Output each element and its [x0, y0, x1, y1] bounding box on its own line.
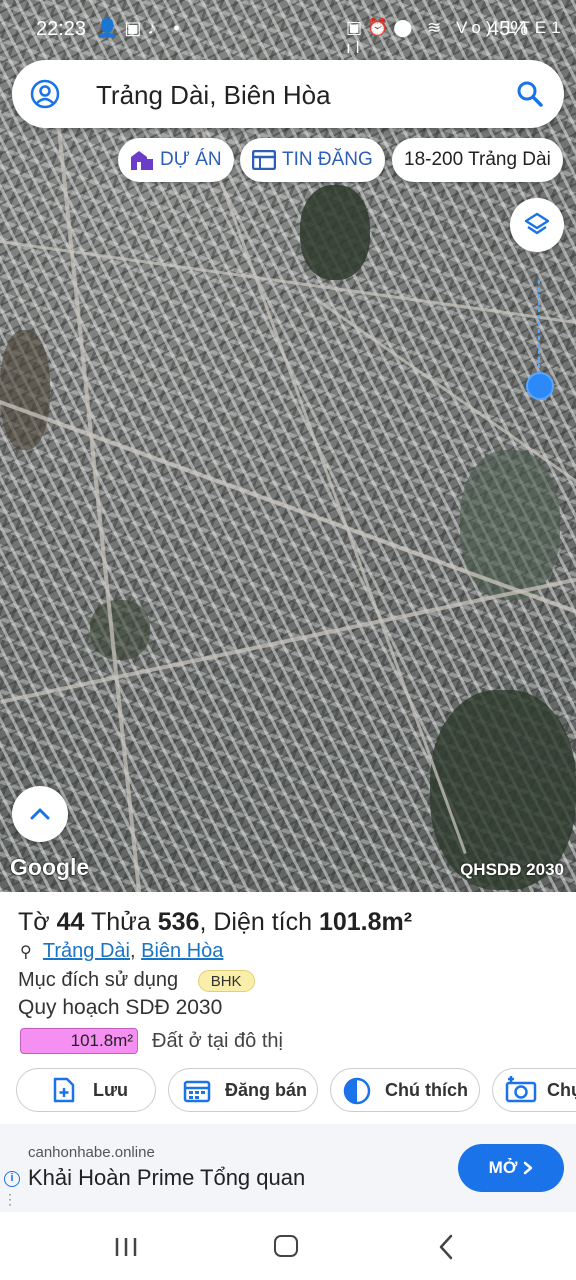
capture-label: Chụ [547, 1079, 576, 1100]
area-value: 101.8m² [318, 908, 413, 936]
action-buttons-row: Lưu Đăng bán Chú thích Ch [16, 1068, 576, 1112]
status-bar: 22:23 👤▣♪ • ▣⏰⬤ ≋ Vo) LTE1 ıl 45% [0, 0, 576, 58]
ad-domain: canhonhabe.online [28, 1144, 155, 1161]
map-pin-icon: ⚲ [20, 944, 32, 961]
sheet-number: 44 [56, 908, 85, 936]
plan-land-type: Đất ở tại đô thị [152, 1030, 283, 1052]
account-icon[interactable] [30, 79, 60, 109]
listing-icon [252, 150, 276, 170]
purpose-code-badge: BHK [197, 969, 255, 992]
system-navigation-bar [0, 1212, 576, 1280]
legend-button[interactable]: Chú thích [330, 1068, 480, 1112]
city-link[interactable]: Biên Hòa [141, 940, 223, 962]
add-file-icon [53, 1077, 75, 1103]
save-label: Lưu [93, 1079, 129, 1100]
ad-headline: Khải Hoàn Prime Tổng quan [28, 1165, 306, 1190]
sheet-label: Tờ [18, 908, 50, 936]
chip-du-an[interactable]: DỰ ÁN [118, 138, 234, 182]
area-label: Diện tích [213, 908, 313, 936]
home-icon[interactable] [274, 1235, 298, 1257]
parcel-number: 536 [157, 908, 200, 936]
chip-address-label: 18-200 Trảng Dài [404, 149, 551, 170]
more-options-icon[interactable]: · · · [8, 1188, 12, 1210]
post-sale-button[interactable]: Đăng bán [168, 1068, 318, 1112]
chip-du-an-label: DỰ ÁN [160, 149, 222, 170]
expand-panel-button[interactable] [12, 786, 68, 842]
parcel-location: ⚲ Trảng Dài, Biên Hòa [20, 940, 224, 962]
camera-icon [505, 1076, 537, 1103]
google-attribution: Google [10, 854, 90, 880]
status-time: 22:23 [36, 18, 87, 40]
search-icon[interactable] [514, 78, 546, 110]
search-bar[interactable]: Trảng Dài, Biên Hòa [12, 60, 564, 128]
parcel-label: Thửa [90, 908, 151, 936]
chip-tin-dang-label: TIN ĐĂNG [282, 149, 373, 170]
gps-accuracy-trail [538, 280, 540, 372]
layers-icon [524, 212, 550, 235]
layers-button[interactable] [510, 198, 564, 252]
system-status-icons: ▣⏰⬤ ≋ Vo) LTE1 ıl [346, 18, 566, 57]
parcel-info-panel: Tờ 44 Thửa 536, Diện tích 101.8m² ⚲ Trản… [0, 892, 576, 1120]
ad-open-button[interactable]: MỞ [458, 1144, 564, 1192]
ad-open-label: MỞ [488, 1158, 518, 1177]
recent-apps-icon[interactable] [114, 1236, 138, 1258]
chevron-right-icon [524, 1161, 533, 1175]
search-query-text[interactable]: Trảng Dài, Biên Hòa [96, 80, 331, 111]
chip-address[interactable]: 18-200 Trảng Dài [392, 138, 563, 182]
purpose-label: Mục đích sử dụng [18, 969, 179, 991]
map-overlay-label: QHSDĐ 2030 [460, 860, 564, 879]
building-icon [131, 151, 153, 170]
post-sale-label: Đăng bán [225, 1079, 308, 1100]
current-location-marker[interactable] [526, 372, 554, 400]
plan-area-badge: 101.8m² [20, 1028, 138, 1054]
battery-percentage: 45% [488, 18, 529, 40]
chevron-up-icon [30, 808, 50, 820]
ward-link[interactable]: Trảng Dài [43, 940, 130, 962]
calendar-icon [183, 1080, 211, 1103]
info-icon[interactable]: i [4, 1171, 20, 1187]
notification-icons: 👤▣♪ • [96, 18, 186, 38]
save-button[interactable]: Lưu [16, 1068, 156, 1112]
ad-banner[interactable]: canhonhabe.online i · · · Khải Hoàn Prime … [0, 1124, 576, 1212]
capture-button[interactable]: Chụ [492, 1068, 576, 1112]
land-purpose: Mục đích sử dụng BHK [18, 969, 255, 992]
plan-label: Quy hoạch SDĐ 2030 [18, 996, 223, 1019]
satellite-map[interactable]: 22:23 👤▣♪ • ▣⏰⬤ ≋ Vo) LTE1 ıl 45% Trảng … [0, 0, 576, 892]
legend-label: Chú thích [385, 1079, 468, 1100]
back-icon[interactable] [438, 1234, 454, 1260]
parcel-title: Tờ 44 Thửa 536, Diện tích 101.8m² [18, 908, 413, 936]
chip-tin-dang[interactable]: TIN ĐĂNG [240, 138, 385, 182]
contrast-icon [343, 1077, 371, 1105]
